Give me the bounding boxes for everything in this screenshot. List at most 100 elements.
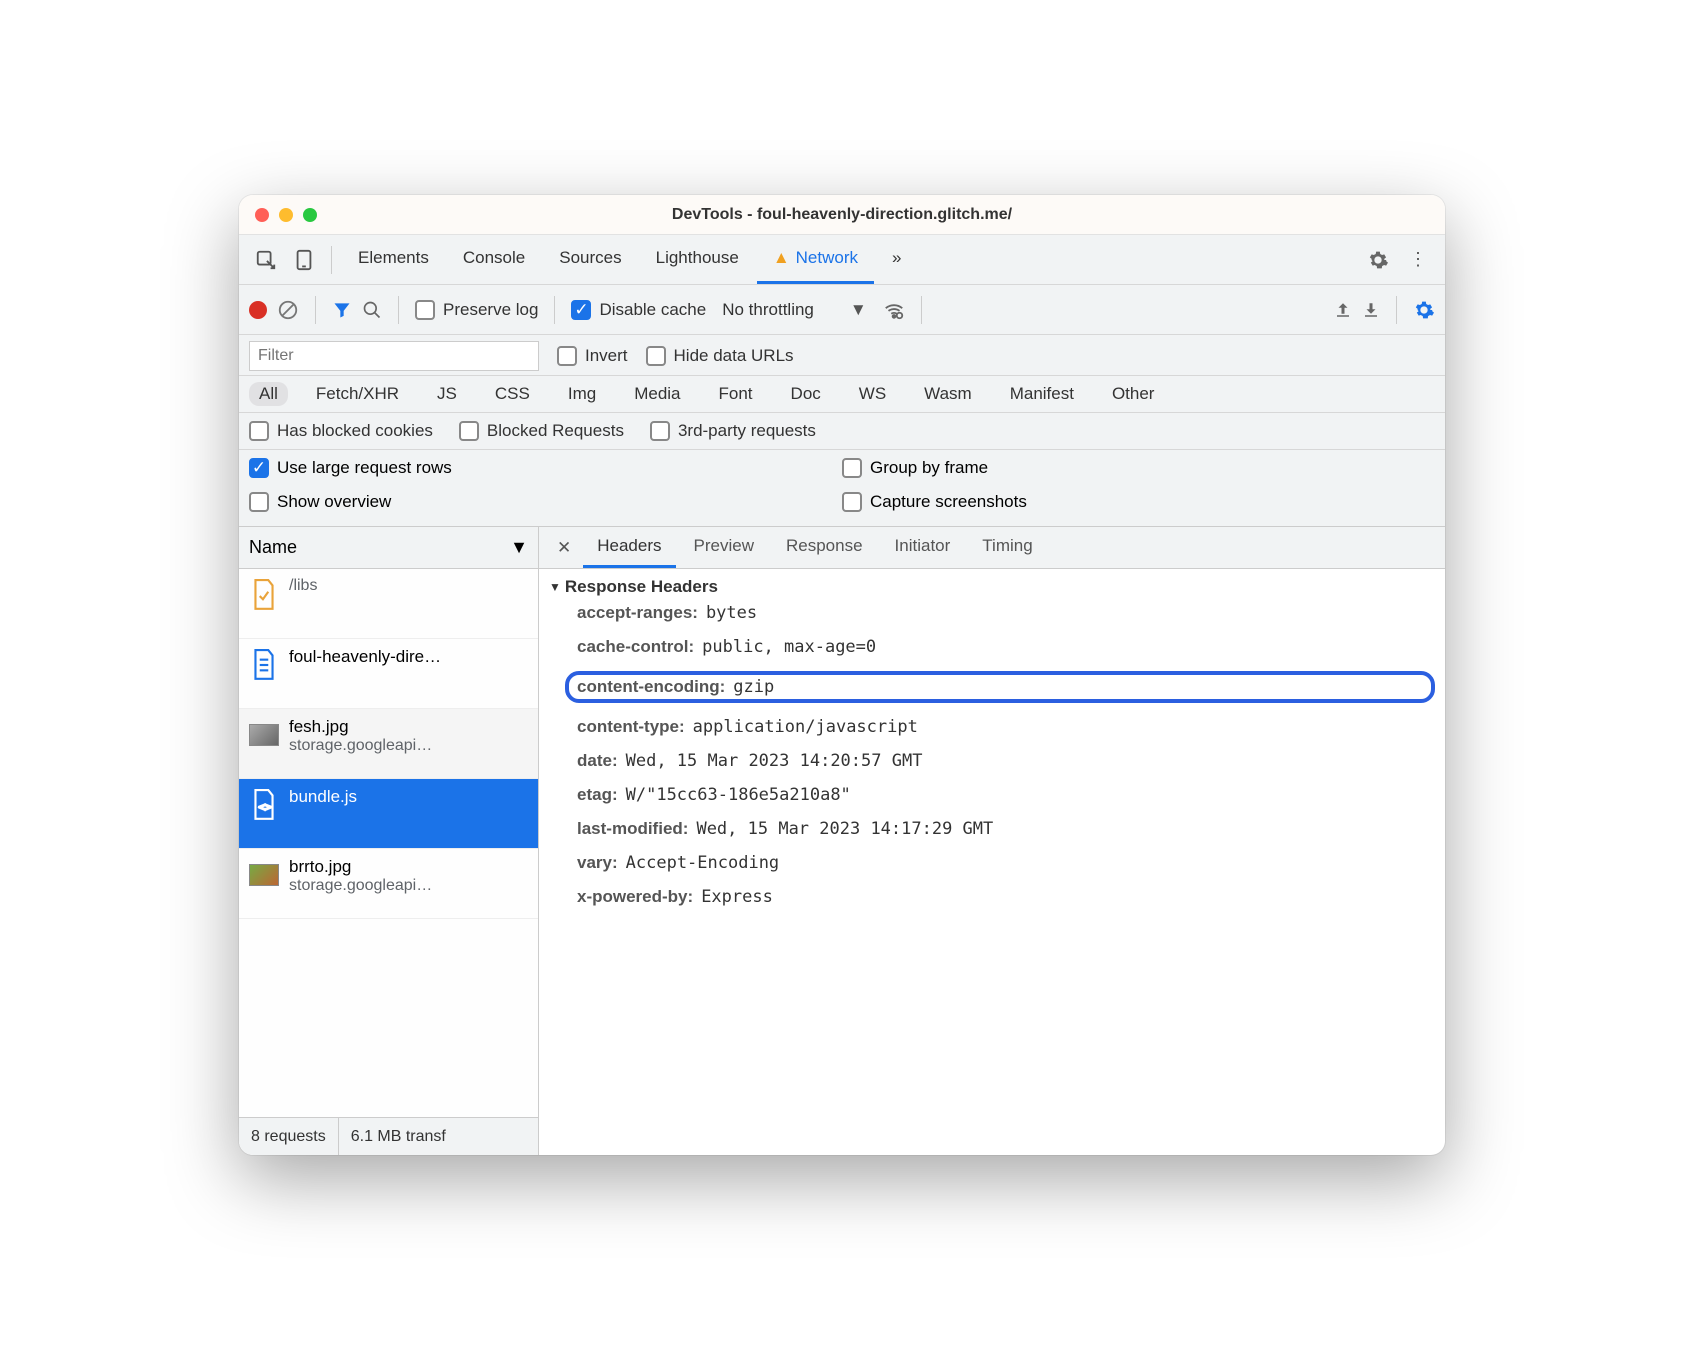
chevron-down-icon: ▼ [850,300,867,320]
header-value: public, max-age=0 [702,637,876,657]
type-media[interactable]: Media [624,382,690,406]
preserve-log-checkbox[interactable]: Preserve log [415,300,538,320]
blocked-cookies-label: Has blocked cookies [277,421,433,441]
svg-text:<>: <> [259,800,272,813]
upload-har-icon[interactable] [1334,301,1352,319]
header-row: last-modified:Wed, 15 Mar 2023 14:17:29 … [577,819,1435,839]
name-column-header[interactable]: Name ▼ [239,527,538,569]
type-font[interactable]: Font [709,382,763,406]
detail-tab-timing[interactable]: Timing [968,527,1046,568]
tab-elements[interactable]: Elements [342,235,445,284]
request-row[interactable]: foul-heavenly-dire… [239,639,538,709]
tab-lighthouse[interactable]: Lighthouse [640,235,755,284]
capture-screenshots-checkbox[interactable]: Capture screenshots [842,492,1435,512]
settings-icon[interactable] [1361,243,1395,277]
detail-tab-preview[interactable]: Preview [680,527,768,568]
header-value: bytes [706,603,757,623]
request-row[interactable]: brrto.jpg storage.googleapi… [239,849,538,919]
request-path: /libs [289,577,317,595]
close-window[interactable] [255,208,269,222]
group-by-frame-checkbox[interactable]: Group by frame [842,458,1435,478]
filter-toggle-icon[interactable] [332,300,352,320]
blocked-cookies-checkbox[interactable]: Has blocked cookies [249,421,433,441]
detail-tab-response[interactable]: Response [772,527,877,568]
disclosure-triangle-icon: ▼ [549,580,561,594]
network-toolbar: Preserve log ✓ Disable cache No throttli… [239,285,1445,335]
checkbox-unchecked-icon [415,300,435,320]
request-row[interactable]: fesh.jpg storage.googleapi… [239,709,538,779]
minimize-window[interactable] [279,208,293,222]
tab-network[interactable]: ▲ Network [757,235,874,284]
tab-console[interactable]: Console [447,235,541,284]
tab-network-label: Network [796,248,858,268]
filter-input[interactable] [249,341,539,371]
separator [315,296,316,324]
checkbox-unchecked-icon [646,346,666,366]
header-row: content-encoding:gzip [565,671,1435,703]
extra-filters-row: Has blocked cookies Blocked Requests 3rd… [239,413,1445,450]
maximize-window[interactable] [303,208,317,222]
request-list-panel: Name ▼ /libs [239,527,539,1155]
type-fetchxhr[interactable]: Fetch/XHR [306,382,409,406]
tab-sources[interactable]: Sources [543,235,637,284]
type-manifest[interactable]: Manifest [1000,382,1084,406]
checkbox-unchecked-icon [842,492,862,512]
preserve-log-label: Preserve log [443,300,538,320]
request-rows: /libs foul-heavenly-dire… fesh.jpg [239,569,538,1117]
request-path: storage.googleapi… [289,737,432,755]
large-rows-checkbox[interactable]: ✓ Use large request rows [249,458,842,478]
type-ws[interactable]: WS [849,382,896,406]
tabs-overflow[interactable]: » [876,235,917,284]
type-img[interactable]: Img [558,382,606,406]
checkbox-unchecked-icon [650,421,670,441]
detail-tab-initiator[interactable]: Initiator [881,527,965,568]
window-controls [255,208,317,222]
disable-cache-label: Disable cache [599,300,706,320]
invert-checkbox[interactable]: Invert [557,346,628,366]
header-key: cache-control: [577,637,694,657]
type-wasm[interactable]: Wasm [914,382,982,406]
content-area: Name ▼ /libs [239,527,1445,1155]
disable-cache-checkbox[interactable]: ✓ Disable cache [571,300,706,320]
network-conditions-icon[interactable] [883,299,905,321]
type-css[interactable]: CSS [485,382,540,406]
headers-list: accept-ranges: bytes cache-control: public,… [577,603,1435,907]
detail-tab-headers[interactable]: Headers [583,527,675,568]
header-row: cache-control: public, max-age=0 [577,637,1435,657]
clear-icon[interactable] [277,299,299,321]
header-row: x-powered-by:Express [577,887,1435,907]
download-har-icon[interactable] [1362,301,1380,319]
throttling-select[interactable]: No throttling ▼ [716,300,873,320]
hide-data-urls-checkbox[interactable]: Hide data URLs [646,346,794,366]
type-doc[interactable]: Doc [781,382,831,406]
name-column-label: Name [249,537,297,558]
close-detail-icon[interactable]: ✕ [549,538,579,558]
show-overview-checkbox[interactable]: Show overview [249,492,842,512]
blocked-requests-checkbox[interactable]: Blocked Requests [459,421,624,441]
request-row-selected[interactable]: <> bundle.js [239,779,538,849]
devtools-window: DevTools - foul-heavenly-direction.glitc… [239,195,1445,1155]
header-value: Wed, 15 Mar 2023 14:17:29 GMT [696,819,993,839]
request-row[interactable]: /libs [239,569,538,639]
request-name: brrto.jpg [289,857,432,877]
detail-panel: ✕ Headers Preview Response Initiator Tim… [539,527,1445,1155]
search-icon[interactable] [362,300,382,320]
third-party-checkbox[interactable]: 3rd-party requests [650,421,816,441]
request-path: storage.googleapi… [289,877,432,895]
type-all[interactable]: All [249,382,288,406]
separator [398,296,399,324]
response-headers-section[interactable]: ▼ Response Headers [549,577,1435,597]
record-button[interactable] [249,301,267,319]
checkbox-unchecked-icon [459,421,479,441]
network-settings-icon[interactable] [1413,299,1435,321]
show-overview-label: Show overview [277,492,391,512]
checkbox-checked-icon: ✓ [249,458,269,478]
type-js[interactable]: JS [427,382,467,406]
device-toggle-icon[interactable] [287,243,321,277]
inspect-icon[interactable] [249,243,283,277]
type-other[interactable]: Other [1102,382,1165,406]
invert-label: Invert [585,346,628,366]
window-title: DevTools - foul-heavenly-direction.glitc… [672,206,1012,224]
kebab-menu-icon[interactable]: ⋮ [1401,243,1435,277]
header-key: accept-ranges: [577,603,698,623]
